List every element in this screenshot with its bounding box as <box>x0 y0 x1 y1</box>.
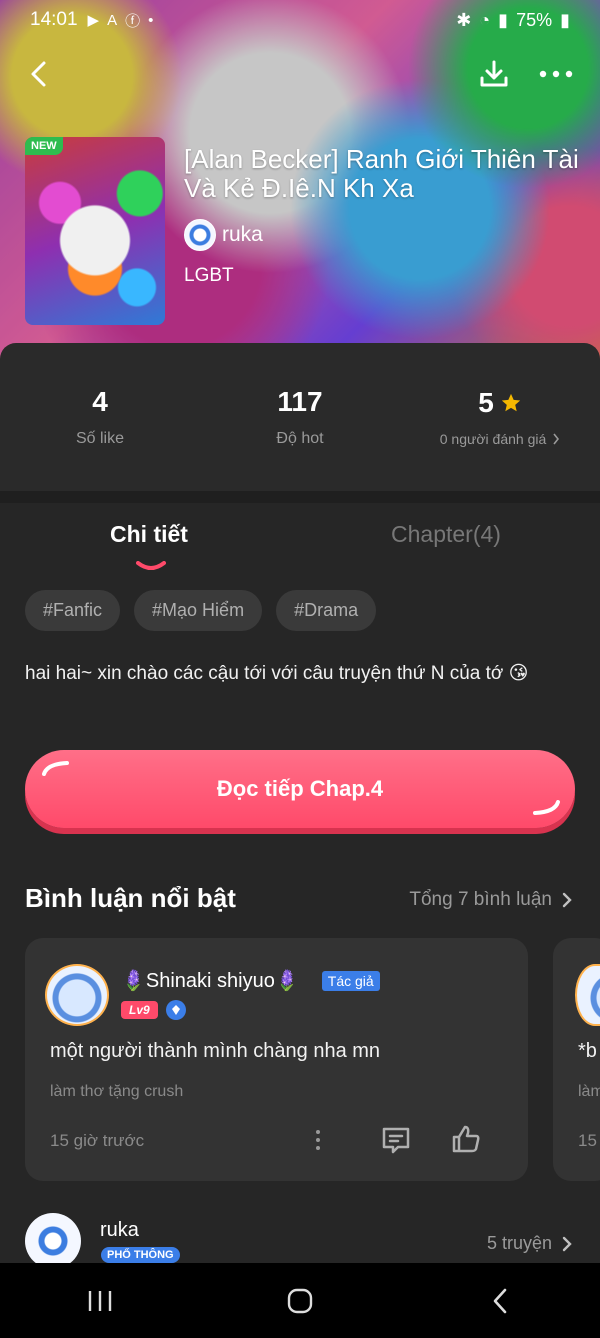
battery-icon: ▮ <box>560 9 570 30</box>
home-button[interactable] <box>200 1263 400 1338</box>
section-divider <box>0 491 600 503</box>
continue-reading-label: Đọc tiếp Chap.4 <box>216 776 384 801</box>
chevron-right-icon <box>562 892 572 908</box>
tag-chip[interactable]: #Drama <box>276 590 377 631</box>
facebook-icon: ⓕ <box>125 12 141 30</box>
app-icon: A <box>107 11 118 29</box>
dot <box>316 1130 320 1134</box>
back-nav-button[interactable] <box>400 1263 600 1338</box>
all-comments-link[interactable]: Tổng 7 bình luận <box>409 889 572 911</box>
notification-icons: ▶ A ⓕ • <box>88 10 154 31</box>
featured-comments-title: Bình luận nổi bật <box>25 883 236 913</box>
tag-chip[interactable]: #Fanfic <box>25 590 121 631</box>
comment-card[interactable]: 🪻Shinaki shiyuo🪻 Tác giả Lv9 một người t… <box>25 938 528 1181</box>
author-card-avatar <box>25 1213 81 1269</box>
likes-label: Số like <box>75 430 125 447</box>
stat-rating[interactable]: 5 0 người đánh giá <box>400 343 600 491</box>
likes-value: 4 <box>92 386 108 417</box>
top-bar <box>0 50 600 98</box>
dot <box>316 1138 320 1142</box>
author-link[interactable]: ruka <box>184 219 263 251</box>
tag-chip[interactable]: #Mạo Hiểm <box>134 590 263 631</box>
like-button[interactable] <box>450 1123 482 1160</box>
content-panel: 4 Số like 117 Độ hot 5 0 người đánh giá … <box>0 343 600 1338</box>
reply-icon <box>382 1127 410 1154</box>
rating-value-row: 5 <box>478 387 522 419</box>
commenter-avatar[interactable] <box>45 964 109 1026</box>
back-button[interactable] <box>18 54 58 94</box>
comment-card-next[interactable]: *b làm 15 <box>553 938 600 1181</box>
dot <box>316 1146 320 1150</box>
status-bar: 14:01 ▶ A ⓕ • ✱ ◔ ▮ 75% ▮ <box>0 0 600 40</box>
youtube-icon: ▶ <box>87 12 100 29</box>
comment-time: 15 giờ trước <box>50 1131 145 1150</box>
system-nav-bar <box>0 1263 600 1338</box>
commenter-badges: Lv9 <box>121 1000 186 1020</box>
home-icon <box>287 1288 313 1313</box>
reply-button[interactable] <box>380 1124 412 1161</box>
system-icons: ✱ ◔ ▮ 75% ▮ <box>456 10 570 31</box>
author-badge: Tác giả <box>321 970 380 991</box>
star-icon <box>501 393 520 412</box>
hot-label: Độ hot <box>276 430 324 447</box>
book-genre[interactable]: LGBT <box>184 265 234 287</box>
recent-apps-button[interactable] <box>0 1263 200 1338</box>
rating-label: 0 người đánh giá <box>439 431 547 447</box>
status-time: 14:01 <box>30 9 78 30</box>
more-dots-icon <box>539 70 573 78</box>
book-description: hai hai~ xin chào các cậu tới với câu tr… <box>25 663 529 684</box>
author-stories-link[interactable]: 5 truyện <box>487 1233 572 1254</box>
new-badge: NEW <box>25 137 63 155</box>
author-stories-count: 5 truyện <box>486 1233 552 1253</box>
comment-text: *b <box>578 1040 597 1062</box>
tab-indicator <box>136 561 166 570</box>
button-shine-left <box>42 761 69 776</box>
comment-more-button[interactable] <box>310 1126 326 1154</box>
download-button[interactable] <box>472 54 516 94</box>
wifi-icon: ◔ <box>479 9 491 30</box>
download-icon <box>480 60 508 87</box>
stats-row: 4 Số like 117 Độ hot 5 0 người đánh giá <box>0 343 600 491</box>
recent-apps-icon <box>88 1290 112 1311</box>
dot-icon: • <box>148 11 154 29</box>
comment-text: một người thành mình chàng nha mn <box>50 1040 381 1062</box>
stat-likes: 4 Số like <box>0 343 200 491</box>
commenter-avatar <box>575 964 600 1026</box>
comment-subtext: làm <box>578 1083 600 1100</box>
tag-list: #Fanfic #Mạo Hiểm #Drama <box>25 590 377 631</box>
continue-reading-button[interactable]: Đọc tiếp Chap.4 <box>25 750 575 828</box>
chevron-right-icon <box>553 433 560 445</box>
book-title: [Alan Becker] Ranh Giới Thiên Tài Và Kẻ … <box>184 144 579 203</box>
author-rank-badge: PHỔ THÔNG <box>101 1247 180 1263</box>
bluetooth-icon: ✱ <box>456 9 472 30</box>
hot-value: 117 <box>277 386 323 417</box>
detail-body: Chi tiết Chapter(4) #Fanfic #Mạo Hiểm #D… <box>0 503 600 1338</box>
author-name: ruka <box>222 223 263 246</box>
signal-icon: ▮ <box>498 9 509 30</box>
chevron-right-icon <box>562 1236 572 1251</box>
book-cover[interactable]: NEW <box>25 137 165 325</box>
author-avatar <box>184 219 216 251</box>
more-options-button[interactable] <box>534 54 578 94</box>
tab-bar: Chi tiết Chapter(4) <box>0 513 600 570</box>
comment-time: 15 <box>578 1131 597 1150</box>
stat-hot: 117 Độ hot <box>200 343 400 491</box>
commenter-name[interactable]: 🪻Shinaki shiyuo🪻 <box>121 968 300 993</box>
shield-icon <box>165 1000 186 1020</box>
back-nav-icon <box>493 1288 507 1313</box>
rating-value: 5 <box>478 387 494 418</box>
back-arrow-icon <box>31 61 46 87</box>
rating-label-row: 0 người đánh giá <box>440 431 561 447</box>
commenter-name-row: 🪻Shinaki shiyuo🪻 Tác giả <box>121 968 380 993</box>
level-badge: Lv9 <box>121 1001 158 1019</box>
battery-percent: 75% <box>516 9 553 30</box>
all-comments-label: Tổng 7 bình luận <box>409 889 552 910</box>
thumbs-up-icon <box>452 1125 480 1153</box>
tab-chapters[interactable]: Chapter(4) <box>391 521 501 548</box>
comment-subtext: làm thơ tặng crush <box>50 1083 184 1100</box>
button-shine-right <box>533 800 560 815</box>
tab-detail[interactable]: Chi tiết <box>110 521 188 548</box>
author-card-name: ruka <box>100 1219 139 1241</box>
